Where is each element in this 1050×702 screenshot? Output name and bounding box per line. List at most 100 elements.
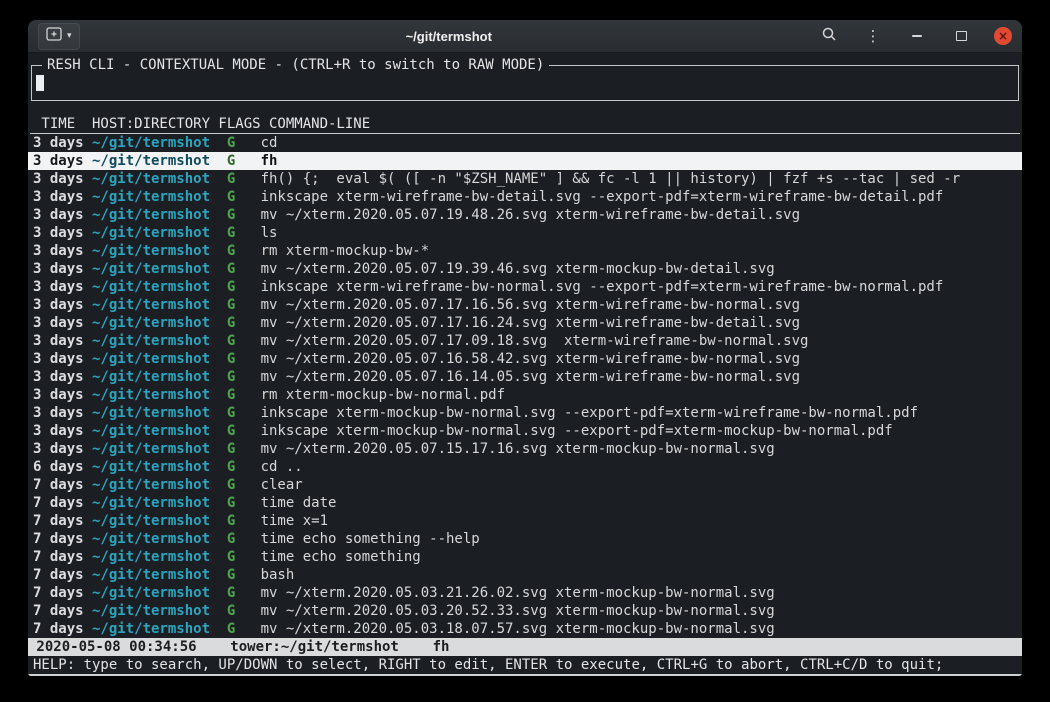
restore-icon — [956, 31, 967, 41]
directory-cell: ~/git/termshot — [92, 332, 227, 350]
directory-cell: ~/git/termshot — [92, 620, 227, 638]
history-row[interactable]: 3 days ~/git/termshot G mv ~/xterm.2020.… — [28, 296, 1022, 314]
time-cell: 6 days — [33, 458, 92, 476]
resh-search-input[interactable]: RESH CLI - CONTEXTUAL MODE - (CTRL+R to … — [31, 65, 1019, 101]
time-cell: 3 days — [33, 188, 92, 206]
history-row[interactable]: 3 days ~/git/termshot G mv ~/xterm.2020.… — [28, 314, 1022, 332]
directory-cell: ~/git/termshot — [92, 260, 227, 278]
flags-cell: G — [227, 278, 261, 296]
directory-cell: ~/git/termshot — [92, 350, 227, 368]
history-row[interactable]: 3 days ~/git/termshot G mv ~/xterm.2020.… — [28, 440, 1022, 458]
command-cell: mv ~/xterm.2020.05.03.20.52.33.svg xterm… — [261, 602, 1022, 620]
time-cell: 7 days — [33, 566, 92, 584]
history-row[interactable]: 7 days ~/git/termshot G time echo someth… — [28, 548, 1022, 566]
chevron-down-icon: ▾ — [67, 31, 72, 41]
time-cell: 7 days — [33, 530, 92, 548]
directory-cell: ~/git/termshot — [92, 386, 227, 404]
close-icon: × — [998, 30, 1008, 42]
menu-button[interactable]: ⋮ — [862, 25, 884, 47]
history-row[interactable]: 3 days ~/git/termshot G inkscape xterm-w… — [28, 278, 1022, 296]
time-cell: 3 days — [33, 224, 92, 242]
history-row[interactable]: 3 days ~/git/termshot G cd — [28, 134, 1022, 152]
directory-cell: ~/git/termshot — [92, 566, 227, 584]
history-row[interactable]: 3 days ~/git/termshot G fh() {; eval $( … — [28, 170, 1022, 188]
titlebar[interactable]: ▾ ~/git/termshot ⋮ — [28, 20, 1022, 53]
close-button[interactable]: × — [994, 27, 1012, 45]
command-cell: inkscape xterm-mockup-bw-normal.svg --ex… — [261, 404, 1022, 422]
flags-cell: G — [227, 224, 261, 242]
flags-cell: G — [227, 368, 261, 386]
flags-cell: G — [227, 134, 261, 152]
flags-cell: G — [227, 260, 261, 278]
flags-cell: G — [227, 206, 261, 224]
history-list: 3 days ~/git/termshot G cd 3 days ~/git/… — [28, 134, 1022, 638]
command-cell: ls — [261, 224, 1022, 242]
time-cell: 3 days — [33, 206, 92, 224]
time-cell: 3 days — [33, 296, 92, 314]
history-row[interactable]: 7 days ~/git/termshot G time echo someth… — [28, 530, 1022, 548]
history-row[interactable]: 7 days ~/git/termshot G time date — [28, 494, 1022, 512]
command-cell: time echo something --help — [261, 530, 1022, 548]
history-row[interactable]: 7 days ~/git/termshot G time x=1 — [28, 512, 1022, 530]
time-cell: 3 days — [33, 242, 92, 260]
flags-cell: G — [227, 458, 261, 476]
command-cell: rm xterm-mockup-bw-* — [261, 242, 1022, 260]
directory-cell: ~/git/termshot — [92, 278, 227, 296]
time-cell: 3 days — [33, 152, 92, 170]
command-cell: fh() {; eval $( ([ -n "$ZSH_NAME" ] && f… — [261, 170, 1022, 188]
directory-cell: ~/git/termshot — [92, 224, 227, 242]
history-row[interactable]: 3 days ~/git/termshot G ls — [28, 224, 1022, 242]
directory-cell: ~/git/termshot — [92, 134, 227, 152]
history-row[interactable]: 7 days ~/git/termshot G clear — [28, 476, 1022, 494]
flags-cell: G — [227, 494, 261, 512]
history-row[interactable]: 3 days ~/git/termshot G mv ~/xterm.2020.… — [28, 206, 1022, 224]
directory-cell: ~/git/termshot — [92, 530, 227, 548]
search-box-label: RESH CLI - CONTEXTUAL MODE - (CTRL+R to … — [42, 56, 549, 74]
command-cell: rm xterm-mockup-bw-normal.pdf — [261, 386, 1022, 404]
time-cell: 7 days — [33, 548, 92, 566]
flags-cell: G — [227, 170, 261, 188]
time-cell: 3 days — [33, 404, 92, 422]
command-cell: mv ~/xterm.2020.05.07.17.16.24.svg xterm… — [261, 314, 1022, 332]
flags-cell: G — [227, 620, 261, 638]
kebab-menu-icon: ⋮ — [866, 27, 881, 45]
minimize-button[interactable] — [906, 25, 928, 47]
directory-cell: ~/git/termshot — [92, 170, 227, 188]
history-row[interactable]: 3 days ~/git/termshot G inkscape xterm-m… — [28, 404, 1022, 422]
flags-cell: G — [227, 332, 261, 350]
history-row[interactable]: 3 days ~/git/termshot G rm xterm-mockup-… — [28, 386, 1022, 404]
history-row[interactable]: 3 days ~/git/termshot G mv ~/xterm.2020.… — [28, 368, 1022, 386]
command-cell: fh — [261, 152, 1022, 170]
history-row[interactable]: 3 days ~/git/termshot G inkscape xterm-w… — [28, 188, 1022, 206]
window-title: ~/git/termshot — [80, 29, 818, 44]
time-cell: 3 days — [33, 386, 92, 404]
command-cell: time date — [261, 494, 1022, 512]
flags-cell: G — [227, 386, 261, 404]
time-cell: 7 days — [33, 512, 92, 530]
flags-cell: G — [227, 602, 261, 620]
directory-cell: ~/git/termshot — [92, 368, 227, 386]
window-bottom-edge — [28, 674, 1022, 676]
history-row[interactable]: 3 days ~/git/termshot G rm xterm-mockup-… — [28, 242, 1022, 260]
search-button[interactable] — [818, 25, 840, 47]
restore-button[interactable] — [950, 25, 972, 47]
directory-cell: ~/git/termshot — [92, 494, 227, 512]
flags-cell: G — [227, 242, 261, 260]
directory-cell: ~/git/termshot — [92, 152, 227, 170]
history-row[interactable]: 3 days ~/git/termshot G mv ~/xterm.2020.… — [28, 260, 1022, 278]
new-tab-button[interactable]: ▾ — [38, 23, 80, 50]
history-row[interactable]: 3 days ~/git/termshot G fh — [28, 152, 1022, 170]
history-row[interactable]: 7 days ~/git/termshot G bash — [28, 566, 1022, 584]
command-cell: mv ~/xterm.2020.05.07.16.14.05.svg xterm… — [261, 368, 1022, 386]
history-row[interactable]: 3 days ~/git/termshot G mv ~/xterm.2020.… — [28, 350, 1022, 368]
history-row[interactable]: 7 days ~/git/termshot G mv ~/xterm.2020.… — [28, 602, 1022, 620]
history-row[interactable]: 7 days ~/git/termshot G mv ~/xterm.2020.… — [28, 620, 1022, 638]
command-cell: mv ~/xterm.2020.05.07.17.16.56.svg xterm… — [261, 296, 1022, 314]
history-row[interactable]: 7 days ~/git/termshot G mv ~/xterm.2020.… — [28, 584, 1022, 602]
help-bar: HELP: type to search, UP/DOWN to select,… — [28, 656, 1022, 674]
time-cell: 3 days — [33, 350, 92, 368]
history-row[interactable]: 3 days ~/git/termshot G mv ~/xterm.2020.… — [28, 332, 1022, 350]
time-cell: 3 days — [33, 332, 92, 350]
history-row[interactable]: 3 days ~/git/termshot G inkscape xterm-m… — [28, 422, 1022, 440]
history-row[interactable]: 6 days ~/git/termshot G cd .. — [28, 458, 1022, 476]
